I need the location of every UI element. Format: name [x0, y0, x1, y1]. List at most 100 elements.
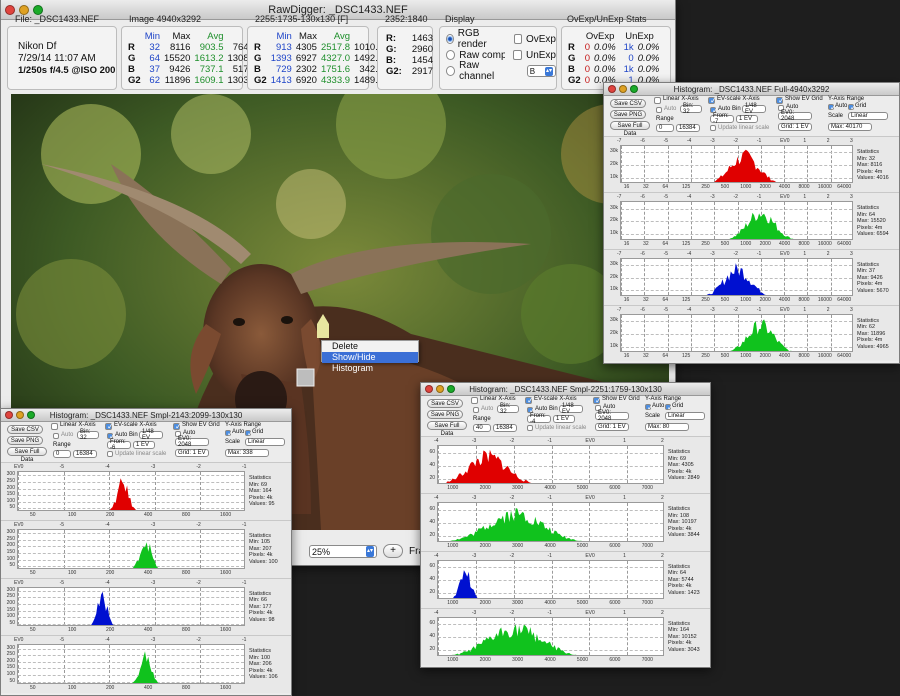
histogram-plot[interactable]	[17, 528, 245, 569]
histogram-plot[interactable]	[17, 586, 245, 627]
ev-from-select[interactable]: From: -7	[710, 113, 734, 125]
auto-checkbox[interactable]	[473, 407, 479, 413]
save-csv-button[interactable]: Save CSV	[7, 425, 43, 434]
y-grid-checkbox[interactable]	[245, 429, 254, 438]
raw-channel-radio[interactable]: Raw channel B ▴▾	[446, 60, 556, 82]
stats-row: G 1393 6927 4327.0 1492.8	[252, 53, 385, 64]
range-min-input[interactable]: 40	[473, 424, 491, 432]
ev-from-select[interactable]: From: -6	[107, 439, 131, 451]
ev-bin-select[interactable]: 1/48 EV	[139, 429, 163, 441]
histogram-plot[interactable]	[437, 559, 664, 599]
ev-scale-checkbox[interactable]	[708, 96, 717, 105]
y-tick-label: 20	[429, 646, 435, 653]
save-full-data-button[interactable]: Save Full Data	[610, 121, 650, 137]
close-button[interactable]	[5, 411, 13, 419]
histogram-plot[interactable]	[437, 502, 664, 542]
ev0-select[interactable]: EV0: 2048	[595, 410, 629, 422]
range-max-input[interactable]: 16384	[676, 124, 700, 132]
histogram-plot[interactable]	[17, 644, 245, 684]
histogram-plot[interactable]	[620, 145, 853, 184]
ev-to-select[interactable]: 1 EV	[736, 115, 758, 123]
y-scale-select[interactable]: Linear	[665, 412, 705, 420]
ev-from-select[interactable]: From: -4	[527, 413, 551, 425]
unexp-pct: 0.0%	[637, 53, 660, 64]
zoom-button[interactable]	[447, 385, 455, 393]
zoom-select[interactable]: 25% ▴▾	[309, 545, 377, 558]
update-linear-checkbox[interactable]	[107, 451, 113, 457]
range-min-input[interactable]: 0	[656, 124, 674, 132]
range-min-input[interactable]: 0	[53, 450, 71, 458]
range-max-input[interactable]: 16384	[493, 424, 517, 432]
show-ev-grid-checkbox[interactable]	[776, 96, 785, 105]
save-csv-button[interactable]: Save CSV	[427, 399, 463, 408]
y-max-input[interactable]: Max: 80	[645, 423, 689, 431]
grid-step-select[interactable]: Grid: 1 EV	[778, 123, 812, 131]
close-button[interactable]	[608, 85, 616, 93]
show-ev-grid-checkbox[interactable]	[593, 396, 602, 405]
context-menu-show-hide-histogram[interactable]: Show/Hide Histogram	[322, 352, 418, 373]
y-auto-checkbox[interactable]	[828, 103, 837, 112]
unexp-checkbox[interactable]	[512, 50, 522, 60]
channel-select[interactable]: B ▴▾	[526, 65, 556, 77]
histogram-plot[interactable]	[620, 313, 853, 352]
bin-select[interactable]: Bin: 32	[680, 103, 702, 115]
auto-checkbox[interactable]	[656, 107, 662, 113]
save-full-data-button[interactable]: Save Full Data	[427, 421, 467, 437]
ev-tick-label: 1	[803, 138, 807, 144]
y-scale-select[interactable]: Linear	[848, 112, 888, 120]
y-auto-checkbox[interactable]	[225, 429, 234, 438]
save-png-button[interactable]: Save PNG	[427, 410, 463, 419]
bin-value: Bin: 32	[683, 103, 694, 115]
zoom-button[interactable]	[630, 85, 638, 93]
grid-step-select[interactable]: Grid: 1 EV	[595, 423, 629, 431]
linear-x-checkbox[interactable]	[471, 397, 478, 404]
bin-select[interactable]: Bin: 32	[77, 429, 99, 441]
histogram-plot[interactable]	[620, 201, 853, 240]
bin-value: Bin: 32	[500, 403, 511, 415]
ev0-select[interactable]: EV0: 2048	[778, 110, 812, 122]
close-button[interactable]	[5, 5, 15, 15]
y-max-input[interactable]: Max: 338	[225, 449, 269, 457]
y-grid-checkbox[interactable]	[848, 103, 857, 112]
ev-bin-select[interactable]: 1/48 EV	[559, 403, 583, 415]
update-linear-checkbox[interactable]	[527, 425, 533, 431]
histogram-plot[interactable]	[17, 471, 245, 511]
y-scale-select[interactable]: Linear	[245, 438, 285, 446]
zoom-button[interactable]	[27, 411, 35, 419]
y-auto-checkbox[interactable]	[645, 403, 654, 412]
image-stats-table: MinMaxAvgσ R328116903.5764.7G64155201613…	[126, 31, 259, 86]
histogram-title: Histogram: _DSC1433.NEF Full-4940x3292	[673, 85, 830, 94]
show-ev-grid-checkbox[interactable]	[173, 422, 182, 431]
minimize-button[interactable]	[619, 85, 627, 93]
ev-to-select[interactable]: 1 EV	[553, 415, 575, 423]
save-png-button[interactable]: Save PNG	[7, 436, 43, 445]
histogram-plot[interactable]	[437, 445, 664, 485]
ev-bin-select[interactable]: 1/48 EV	[742, 103, 766, 115]
y-max-input[interactable]: Max: 40170	[828, 123, 872, 131]
save-full-data-button[interactable]: Save Full Data	[7, 447, 47, 463]
linear-x-checkbox[interactable]	[654, 97, 661, 104]
save-csv-button[interactable]: Save CSV	[610, 99, 646, 108]
grid-step-select[interactable]: Grid: 1 EV	[175, 449, 209, 457]
histogram-plot[interactable]	[620, 257, 853, 296]
bin-select[interactable]: Bin: 32	[497, 403, 519, 415]
auto-checkbox[interactable]	[53, 433, 59, 439]
minimize-button[interactable]	[16, 411, 24, 419]
selection-marker[interactable]	[296, 368, 315, 387]
ovexp-checkbox[interactable]	[514, 34, 522, 44]
rgb-render-radio[interactable]: RGB render OvExp	[446, 28, 556, 50]
range-max-input[interactable]: 16384	[73, 450, 97, 458]
y-grid-checkbox[interactable]	[665, 403, 674, 412]
save-png-button[interactable]: Save PNG	[610, 110, 646, 119]
context-menu-delete[interactable]: Delete	[322, 341, 418, 352]
ev-scale-checkbox[interactable]	[105, 422, 114, 431]
close-button[interactable]	[425, 385, 433, 393]
ev-to-select[interactable]: 1 EV	[133, 441, 155, 449]
ev0-select[interactable]: EV0: 2048	[175, 436, 209, 448]
zoom-in-button[interactable]: +	[383, 544, 403, 558]
ev-scale-checkbox[interactable]	[525, 396, 534, 405]
linear-x-checkbox[interactable]	[51, 423, 58, 430]
histogram-plot[interactable]	[437, 616, 664, 656]
minimize-button[interactable]	[436, 385, 444, 393]
update-linear-checkbox[interactable]	[710, 125, 716, 131]
